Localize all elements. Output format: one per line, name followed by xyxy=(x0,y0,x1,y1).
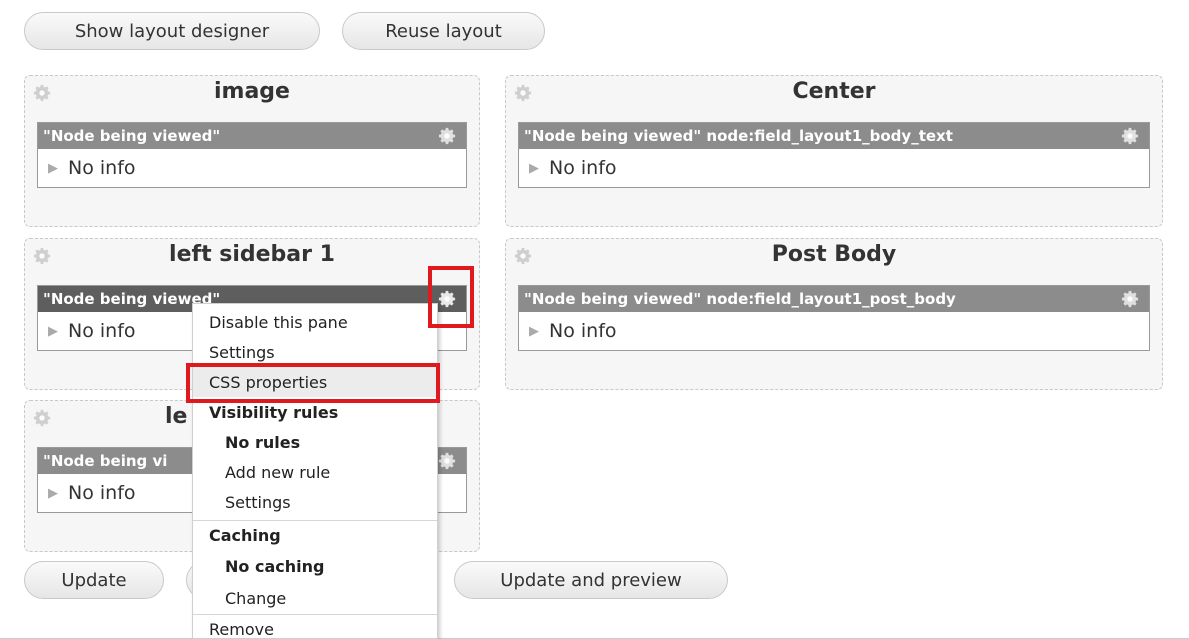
update-and-preview-button[interactable]: Update and preview xyxy=(454,561,728,599)
gear-highlight-annotation xyxy=(428,266,474,328)
triangle-right-icon[interactable]: ▶ xyxy=(48,486,58,501)
pane-title: "Node being vi xyxy=(43,452,168,470)
pane: "Node being viewed" node:field_layout1_b… xyxy=(518,122,1150,188)
gear-icon[interactable] xyxy=(1121,127,1139,145)
gear-icon[interactable] xyxy=(438,127,456,145)
pane-header[interactable]: "Node being viewed" node:field_layout1_p… xyxy=(519,286,1149,312)
region-title: Post Body xyxy=(771,242,897,267)
gear-icon[interactable] xyxy=(438,452,456,470)
reuse-layout-button[interactable]: Reuse layout xyxy=(342,12,545,50)
pane-body: ▶ No info xyxy=(519,312,1149,350)
menu-text-no-rules: No rules xyxy=(225,432,301,452)
menu-item-remove[interactable]: Remove xyxy=(193,614,437,638)
menu-item-visibility-settings[interactable]: Settings xyxy=(193,487,437,517)
pane: "Node being viewed" ▶ No info xyxy=(37,122,467,188)
region-title: left sidebar 1 xyxy=(169,242,335,267)
show-layout-designer-button[interactable]: Show layout designer xyxy=(24,12,320,50)
region-image: image "Node being viewed" ▶ No info xyxy=(24,75,480,227)
region-title: le xyxy=(165,404,188,429)
pane-title: "Node being viewed" node:field_layout1_p… xyxy=(524,290,956,308)
pane-title: "Node being viewed" xyxy=(43,127,221,145)
pane-header[interactable]: "Node being viewed" xyxy=(38,123,466,149)
update-button[interactable]: Update xyxy=(24,561,164,599)
pane-info: No info xyxy=(549,157,617,179)
pane-header[interactable]: "Node being viewed" node:field_layout1_b… xyxy=(519,123,1149,149)
triangle-right-icon[interactable]: ▶ xyxy=(529,161,539,176)
pane-body: ▶ No info xyxy=(519,149,1149,187)
triangle-right-icon[interactable]: ▶ xyxy=(48,324,58,339)
region-post-body: Post Body "Node being viewed" node:field… xyxy=(505,238,1163,390)
menu-item-disable-pane[interactable]: Disable this pane xyxy=(193,307,437,337)
region-title: image xyxy=(214,79,290,104)
menu-heading-caching: Caching xyxy=(193,520,437,550)
region-title: Center xyxy=(792,79,876,104)
triangle-right-icon[interactable]: ▶ xyxy=(529,324,539,339)
pane-info: No info xyxy=(68,157,136,179)
pane-info: No info xyxy=(68,482,136,504)
menu-item-add-new-rule[interactable]: Add new rule xyxy=(193,457,437,487)
pane-info: No info xyxy=(549,320,617,342)
pane-body: ▶ No info xyxy=(38,149,466,187)
css-properties-highlight-annotation xyxy=(186,363,440,403)
gear-icon[interactable] xyxy=(1121,290,1139,308)
triangle-right-icon[interactable]: ▶ xyxy=(48,161,58,176)
menu-text-no-caching: No caching xyxy=(225,556,325,576)
pane-info: No info xyxy=(68,320,136,342)
pane: "Node being viewed" node:field_layout1_p… xyxy=(518,285,1150,351)
pane-title: "Node being viewed" node:field_layout1_b… xyxy=(524,127,953,145)
menu-item-change[interactable]: Change xyxy=(193,583,437,613)
region-center: Center "Node being viewed" node:field_la… xyxy=(505,75,1163,227)
pane-context-menu: Disable this pane Settings CSS propertie… xyxy=(192,303,438,639)
gear-icon[interactable] xyxy=(33,409,51,427)
